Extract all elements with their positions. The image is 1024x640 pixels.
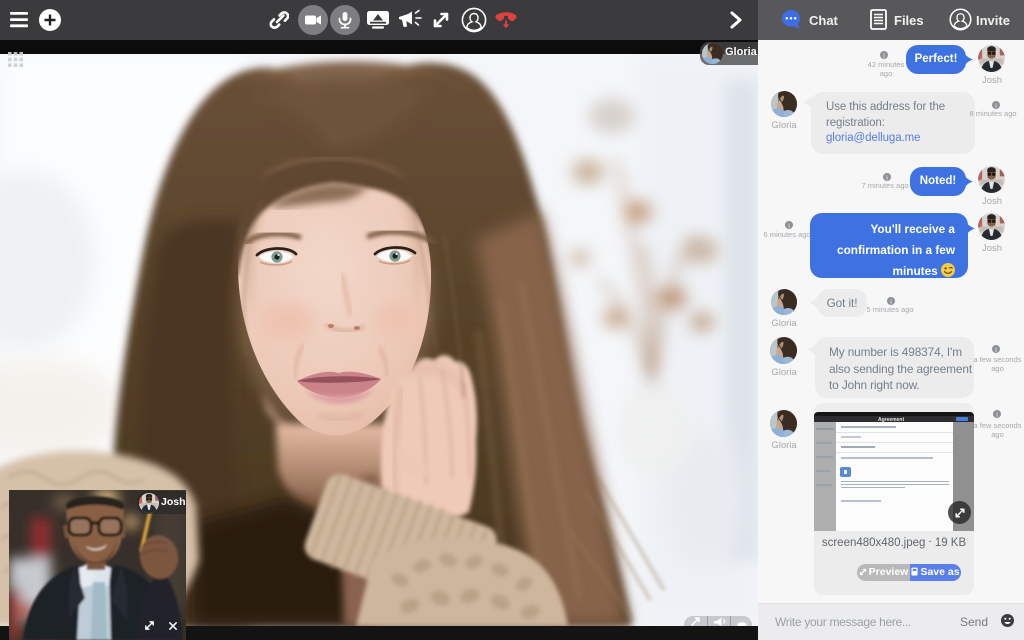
svg-text:i: i <box>883 52 885 59</box>
svg-text:i: i <box>995 102 997 109</box>
svg-text:i: i <box>890 298 892 305</box>
svg-text:i: i <box>788 222 790 229</box>
svg-text:i: i <box>886 174 888 181</box>
svg-text:i: i <box>995 346 997 353</box>
svg-text:i: i <box>996 411 998 418</box>
